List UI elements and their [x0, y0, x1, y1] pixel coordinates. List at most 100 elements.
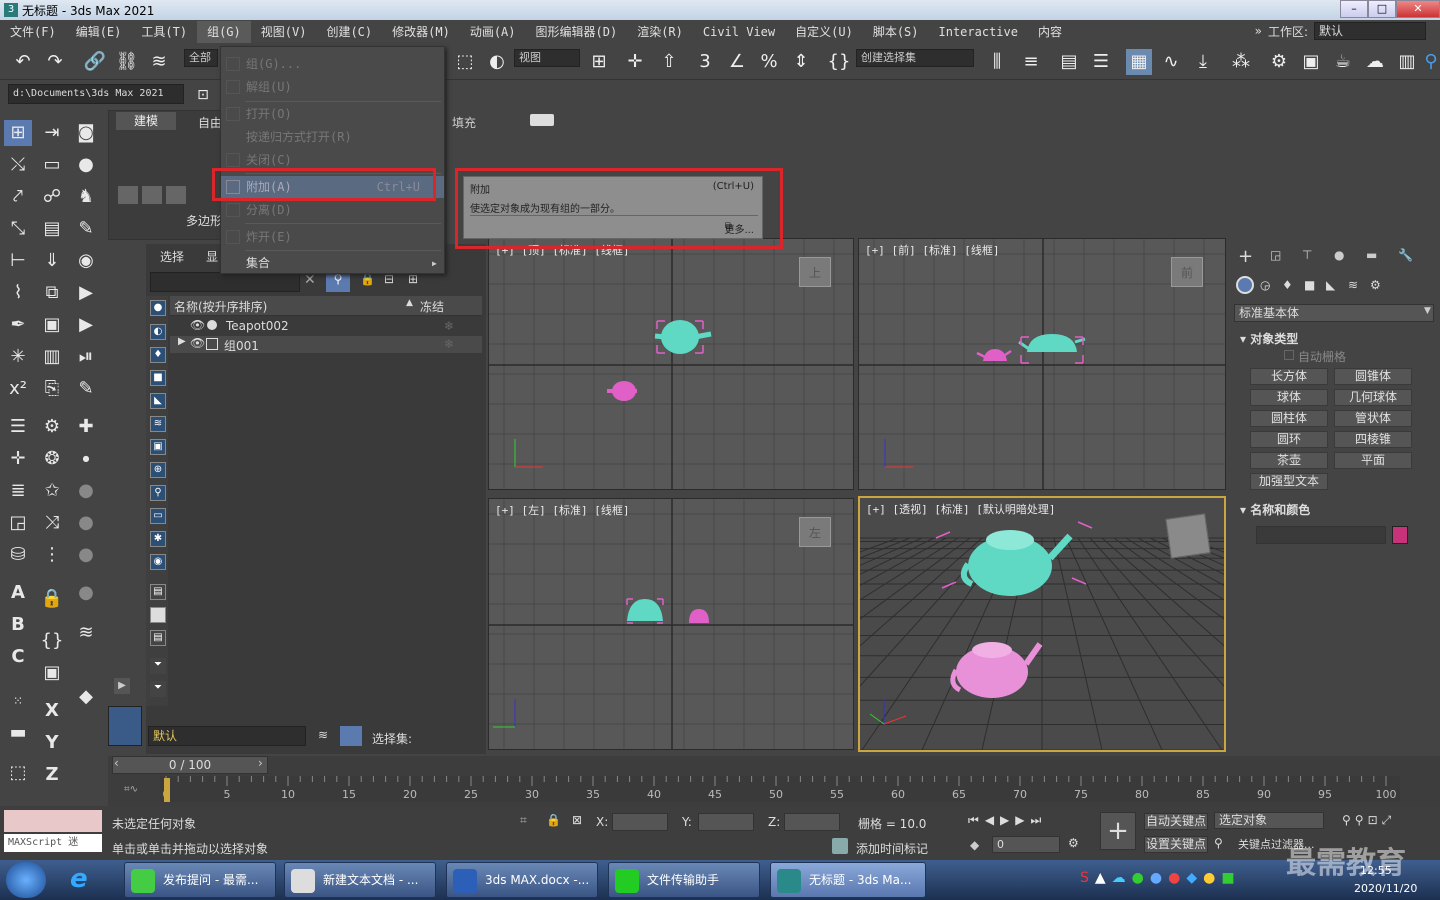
- hierarchy-icon[interactable]: ⤨: [38, 510, 66, 536]
- freeze-icon[interactable]: ❄: [444, 337, 454, 351]
- stack-add-icon[interactable]: ✛: [4, 446, 32, 472]
- expand-arrow-icon[interactable]: ▶: [178, 336, 186, 347]
- layers-icon[interactable]: ≋: [318, 728, 328, 742]
- time-tag-icon[interactable]: [832, 838, 848, 854]
- object-name-input[interactable]: [1256, 526, 1386, 544]
- helpers-filter-icon[interactable]: ◣: [150, 393, 166, 409]
- next-frame-icon[interactable]: ›: [258, 756, 263, 770]
- tab-select[interactable]: 选择: [160, 248, 184, 265]
- reference-coord-dropdown[interactable]: 视图: [514, 49, 580, 67]
- select-name-icon[interactable]: ⇥: [38, 120, 66, 146]
- geometry-icon[interactable]: [1236, 276, 1254, 294]
- curve-mini-icon[interactable]: ⌗∿: [124, 784, 138, 795]
- isolate-selection-icon[interactable]: ⌗: [520, 813, 527, 828]
- zoom-icon[interactable]: ⚲: [1342, 813, 1355, 827]
- spinner-snap-icon[interactable]: ⇕: [788, 49, 814, 75]
- biped-icon[interactable]: ♞: [72, 184, 100, 210]
- schematic-view-icon[interactable]: ⤓: [1190, 49, 1216, 75]
- lasso-select-icon[interactable]: ⤯: [4, 152, 32, 178]
- key-mode-icon[interactable]: ◆: [970, 838, 979, 852]
- isolate-icon[interactable]: ◙: [72, 120, 100, 146]
- menu-item-detach[interactable]: 分离(D): [221, 199, 444, 221]
- freeze-icon[interactable]: ⇓: [38, 248, 66, 274]
- stack-icon[interactable]: ⧉: [38, 280, 66, 306]
- y-coord-field[interactable]: [698, 813, 754, 831]
- set-key-big-icon[interactable]: +: [1100, 812, 1136, 850]
- render-icon[interactable]: ▶: [72, 280, 100, 306]
- curve-editor-icon[interactable]: ∿: [1158, 49, 1184, 75]
- teapot-pink-left[interactable]: [689, 609, 709, 623]
- wechat-tray-icon[interactable]: ●: [1132, 870, 1144, 886]
- menu-file[interactable]: 文件(F): [0, 21, 66, 43]
- fill-toggle-icon[interactable]: [530, 114, 554, 126]
- prev-key-icon[interactable]: ◀: [985, 813, 1000, 827]
- select-region-icon[interactable]: ⬚: [452, 49, 478, 75]
- ruler-icon[interactable]: ⊢: [4, 248, 32, 274]
- spacewarps-filter-icon[interactable]: ≋: [150, 416, 166, 432]
- maxscript-listener[interactable]: [4, 810, 102, 832]
- teapot-cyan-top[interactable]: [654, 320, 712, 354]
- circle-icon[interactable]: ●: [72, 580, 100, 606]
- project-folder-icon[interactable]: ⊡: [190, 82, 216, 108]
- object-color-swatch[interactable]: [1392, 526, 1408, 544]
- auto-key-button[interactable]: 自动关键点: [1144, 813, 1208, 830]
- utilities-tab-icon[interactable]: 🔧: [1398, 248, 1413, 262]
- ribbon-tool-icon[interactable]: [118, 186, 138, 204]
- pyramid-button[interactable]: 四棱锥: [1334, 431, 1412, 448]
- viewport-label[interactable]: [+] [透视] [标准] [默认明暗处理]: [866, 501, 1055, 517]
- viewport-label[interactable]: [+] [左] [标准] [线框]: [495, 502, 629, 518]
- a360-gallery-icon[interactable]: ▥: [1394, 49, 1420, 75]
- plane-button[interactable]: 平面: [1334, 452, 1412, 469]
- playback-icon[interactable]: ▶: [72, 312, 100, 338]
- menu-edit[interactable]: 编辑(E): [66, 21, 132, 43]
- material-icon[interactable]: ⚙: [38, 414, 66, 440]
- polyline-icon[interactable]: ⌇: [4, 280, 32, 306]
- menu-item-open[interactable]: 打开(O): [221, 103, 444, 125]
- teapot-stack-icon[interactable]: ◆: [72, 684, 100, 710]
- taskbar-item[interactable]: 发布提问 - 最需...: [124, 862, 276, 898]
- viewcube[interactable]: 前: [1171, 257, 1203, 287]
- circle-icon[interactable]: ●: [72, 478, 100, 504]
- shapes-filter-icon[interactable]: ◐: [150, 324, 166, 340]
- nodes-icon[interactable]: ⋮: [38, 542, 66, 568]
- maxscript-input[interactable]: MAXScript 迷: [4, 834, 102, 852]
- star-icon[interactable]: ✩: [38, 478, 66, 504]
- time-config-icon[interactable]: ⚙: [1068, 836, 1079, 850]
- braces-icon[interactable]: {}: [38, 628, 66, 654]
- geometry-filter-icon[interactable]: ●: [150, 300, 166, 316]
- xrefs-filter-icon[interactable]: ⊕: [150, 462, 166, 478]
- tab-freeform[interactable]: 自由: [198, 114, 222, 131]
- freeze-icon[interactable]: ❄: [444, 319, 454, 333]
- list-stack-icon[interactable]: ≋: [72, 620, 100, 646]
- link-icon[interactable]: 🔗: [82, 49, 108, 75]
- cameras-icon[interactable]: ■: [1304, 278, 1315, 292]
- hierarchy-icon[interactable]: ⊟: [384, 272, 394, 286]
- snaps-toggle-icon[interactable]: 3: [692, 49, 718, 75]
- prev-frame-icon[interactable]: ‹: [114, 756, 119, 770]
- add-time-tag[interactable]: 添加时间标记: [856, 840, 928, 857]
- lock-icon[interactable]: 🔒: [38, 586, 66, 612]
- key-selection-dropdown[interactable]: 选定对象: [1214, 812, 1324, 829]
- lights-filter-icon[interactable]: ♦: [150, 347, 166, 363]
- taskbar-item[interactable]: 新建文本文档 - ...: [284, 862, 436, 898]
- selection-filter-dropdown[interactable]: 全部: [184, 49, 218, 67]
- start-button-icon[interactable]: [6, 862, 46, 898]
- pen-tool-icon[interactable]: ✒: [4, 312, 32, 338]
- visibility-eye-icon[interactable]: 👁: [190, 336, 205, 350]
- menu-scripting[interactable]: 脚本(S): [863, 21, 929, 43]
- minimize-button[interactable]: –: [1340, 0, 1368, 18]
- frame-icon[interactable]: ▣: [38, 312, 66, 338]
- menu-civil-view[interactable]: Civil View: [693, 21, 785, 43]
- menu-item-group[interactable]: 组(G)...: [221, 53, 444, 75]
- next-key-icon[interactable]: ▶: [1015, 813, 1030, 827]
- play-icon[interactable]: ▶: [1000, 813, 1015, 827]
- window-crossing-icon[interactable]: ◐: [484, 49, 510, 75]
- wrench-icon[interactable]: ✎: [72, 376, 100, 402]
- layers-stack-icon[interactable]: ≣: [4, 478, 32, 504]
- rendered-frame-icon[interactable]: ▣: [1298, 49, 1324, 75]
- box-button[interactable]: 长方体: [1250, 368, 1328, 385]
- geosphere-button[interactable]: 几何球体: [1334, 389, 1412, 406]
- select-box-icon[interactable]: ◲: [4, 510, 32, 536]
- display-all-icon[interactable]: ▤: [150, 584, 166, 600]
- sphere-paint-icon[interactable]: ◉: [72, 248, 100, 274]
